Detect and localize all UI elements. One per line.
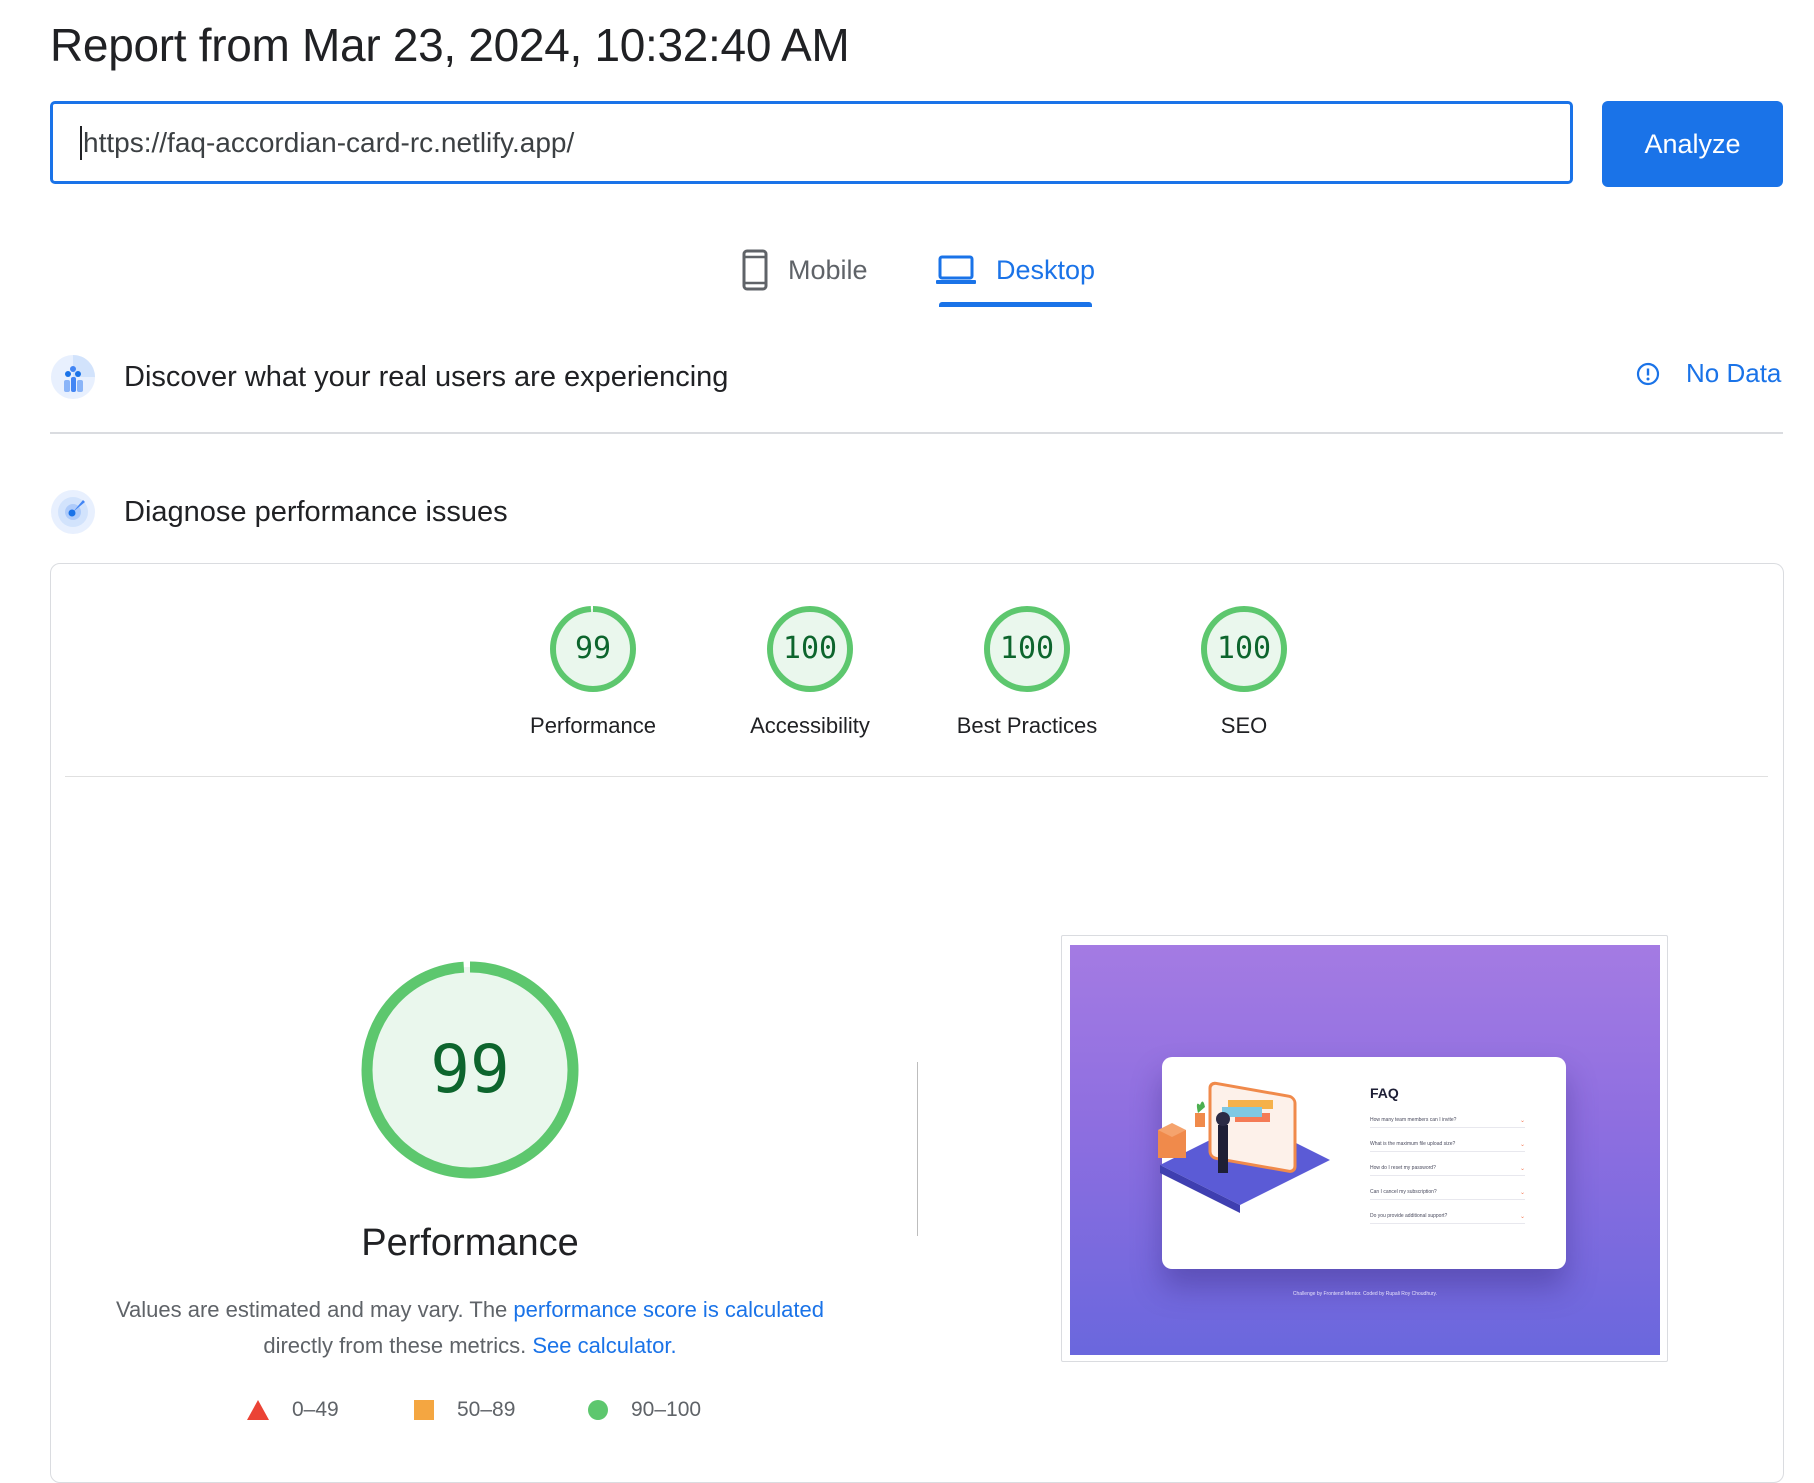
faq-heading: FAQ — [1370, 1085, 1399, 1101]
lighthouse-icon — [51, 490, 95, 534]
analyze-button[interactable]: Analyze — [1602, 101, 1783, 187]
square-icon — [414, 1400, 434, 1420]
triangle-icon — [247, 1400, 269, 1420]
crux-section-header: Discover what your real users are experi… — [50, 354, 728, 400]
score-gauge-accessibility[interactable]: 100 Accessibility — [730, 605, 890, 739]
tab-desktop-label: Desktop — [996, 254, 1096, 285]
crux-users-icon — [51, 355, 95, 399]
desc-text: Values are estimated and may vary. The — [115, 1297, 514, 1322]
url-input-value: https://faq-accordian-card-rc.netlify.ap… — [83, 126, 575, 158]
score-label: Best Practices — [956, 713, 1098, 738]
report-title: Report from Mar 23, 2024, 10:32:40 AM — [50, 19, 850, 71]
legend-item-pass: 90–100 — [587, 1398, 701, 1422]
performance-title: Performance — [361, 1222, 579, 1264]
legend-item-fail: 0–49 — [246, 1398, 339, 1422]
tab-mobile-label: Mobile — [788, 254, 868, 285]
illustration-image — [1158, 1081, 1330, 1213]
score-value: 100 — [782, 631, 838, 666]
url-input[interactable]: https://faq-accordian-card-rc.netlify.ap… — [50, 101, 1573, 184]
see-calculator-link[interactable]: See calculator. — [532, 1333, 676, 1358]
laptop-icon — [936, 255, 976, 284]
vertical-divider — [917, 1062, 918, 1236]
tab-mobile[interactable]: Mobile — [742, 240, 868, 300]
diagnose-title: Diagnose performance issues — [124, 495, 508, 528]
chevron-down-icon: ⌄ — [1519, 1214, 1525, 1220]
score-gauge-seo[interactable]: 100 SEO — [1164, 605, 1324, 739]
performance-gauge-large: 99 — [360, 960, 580, 1180]
chevron-down-icon: ⌄ — [1519, 1118, 1525, 1124]
score-value: 100 — [999, 631, 1055, 666]
faq-question: How do I reset my password? ⌄ — [1370, 1165, 1525, 1176]
smartphone-icon — [742, 249, 768, 291]
final-screenshot: FAQ How many team members can I invite? ⌄… — [1070, 945, 1660, 1355]
info-icon — [1636, 362, 1660, 385]
chevron-down-icon: ⌄ — [1519, 1190, 1525, 1196]
crux-no-data[interactable]: No Data — [1636, 358, 1781, 389]
score-value: 100 — [1216, 631, 1272, 666]
performance-score-value: 99 — [430, 1031, 510, 1108]
desc-text: directly from these metrics. — [263, 1333, 533, 1358]
card-divider — [65, 776, 1768, 777]
score-gauge-performance[interactable]: 99 Performance — [513, 605, 673, 739]
faq-question: Can I cancel my subscription? ⌄ — [1370, 1189, 1525, 1200]
performance-description: Values are estimated and may vary. The p… — [100, 1292, 840, 1364]
score-label: Performance — [530, 713, 656, 738]
score-label: SEO — [1220, 713, 1268, 738]
legend-range: 50–89 — [457, 1398, 516, 1421]
score-label: Accessibility — [750, 713, 870, 738]
score-value: 99 — [574, 631, 612, 666]
chevron-down-icon: ⌄ — [1519, 1142, 1525, 1148]
chevron-down-icon: ⌄ — [1519, 1166, 1525, 1172]
circle-icon — [588, 1400, 608, 1420]
faq-question: What is the maximum file upload size? ⌄ — [1370, 1141, 1525, 1152]
legend-item-average: 50–89 — [413, 1398, 515, 1422]
legend-range: 90–100 — [631, 1398, 702, 1421]
screenshot-footer: Challenge by Frontend Mentor. Coded by R… — [1292, 1291, 1438, 1297]
crux-title: Discover what your real users are experi… — [124, 360, 729, 393]
score-calculated-link[interactable]: performance score is calculated — [513, 1297, 824, 1322]
text-caret — [80, 125, 82, 160]
faq-question: Do you provide additional support? ⌄ — [1370, 1213, 1525, 1224]
no-data-label: No Data — [1686, 358, 1782, 388]
active-tab-indicator — [939, 302, 1092, 307]
diagnose-section-header: Diagnose performance issues — [50, 489, 508, 535]
legend-range: 0–49 — [292, 1398, 339, 1421]
faq-question: How many team members can I invite? ⌄ — [1370, 1117, 1525, 1128]
section-divider — [50, 432, 1783, 434]
tab-desktop[interactable]: Desktop — [936, 240, 1095, 300]
score-gauge-best-practices[interactable]: 100 Best Practices — [947, 605, 1107, 739]
